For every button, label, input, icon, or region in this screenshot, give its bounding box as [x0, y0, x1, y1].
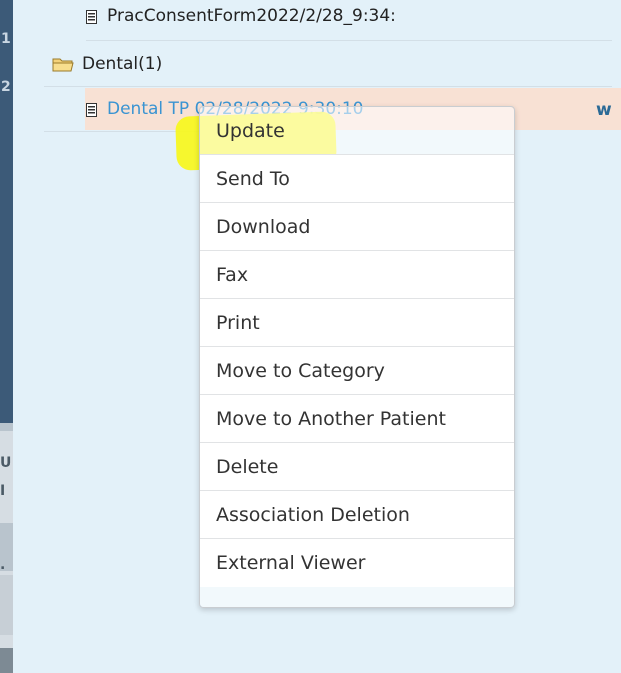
left-panel-glyph: 1 [1, 31, 11, 47]
menu-item-external-viewer[interactable]: External Viewer [200, 539, 514, 587]
folder-open-icon [52, 56, 74, 72]
menu-item-move-to-another-patient[interactable]: Move to Another Patient [200, 395, 514, 443]
tree-item-label: PracConsentForm2022/2/28_9:34: [107, 6, 396, 26]
row-divider [44, 86, 612, 87]
left-lower-glyph: I [0, 483, 6, 499]
document-icon [86, 9, 97, 24]
context-menu: Update Send To Download Fax Print Move t… [199, 106, 515, 608]
row-divider [86, 40, 612, 41]
menu-item-delete[interactable]: Delete [200, 443, 514, 491]
menu-item-download[interactable]: Download [200, 203, 514, 251]
menu-item-fax[interactable]: Fax [200, 251, 514, 299]
left-lower-panel: U I . [0, 423, 13, 673]
menu-item-association-deletion[interactable]: Association Deletion [200, 491, 514, 539]
left-lower-glyph: . [0, 557, 6, 573]
left-lower-glyph: U [0, 455, 12, 471]
tree-folder-dental[interactable]: Dental(1) [52, 54, 162, 74]
tree-folder-label: Dental(1) [82, 54, 163, 74]
document-icon [86, 102, 97, 117]
menu-item-send-to[interactable]: Send To [200, 155, 514, 203]
menu-item-update[interactable]: Update [200, 107, 514, 155]
row-column-marker: w [596, 100, 612, 120]
left-panel-glyph: 2 [1, 79, 11, 95]
menu-item-print[interactable]: Print [200, 299, 514, 347]
tree-item-prac-consent-form[interactable]: PracConsentForm2022/2/28_9:34: [86, 6, 396, 26]
menu-item-move-to-category[interactable]: Move to Category [200, 347, 514, 395]
